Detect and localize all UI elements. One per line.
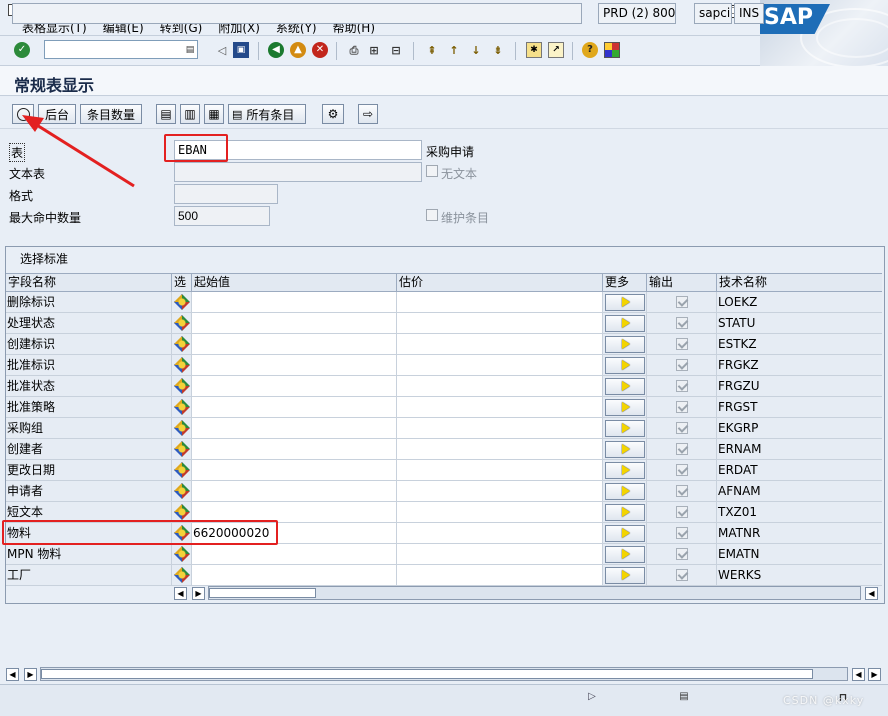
annotation-arrow	[22, 115, 135, 188]
